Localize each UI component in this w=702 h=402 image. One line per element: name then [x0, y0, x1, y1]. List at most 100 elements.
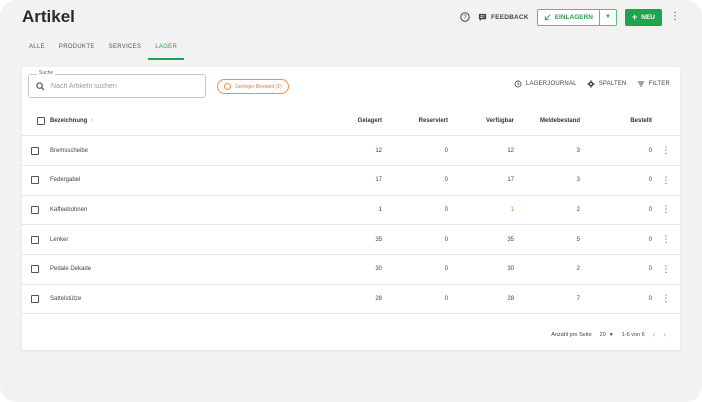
lagerjournal-button[interactable]: LAGERJOURNAL	[514, 80, 577, 88]
column-header-reserviert[interactable]: Reserviert	[382, 106, 448, 137]
cell-bestellt: 0	[580, 165, 652, 196]
arrow-down-left-icon	[544, 14, 551, 20]
row-menu-icon[interactable]: ⋮	[652, 224, 680, 255]
search-input[interactable]	[51, 82, 191, 90]
cell-reserviert: 0	[382, 165, 448, 196]
einlagern-button[interactable]: EINLAGERN	[538, 9, 600, 25]
row-menu-icon[interactable]: ⋮	[652, 284, 680, 315]
page-range: 1-6 von 6	[621, 331, 645, 338]
row-checkbox[interactable]	[31, 235, 39, 244]
row-checkbox[interactable]	[31, 146, 39, 155]
einlagern-dropdown-button[interactable]: ▼	[600, 10, 616, 25]
pagination: Anzahl pro Seite 20 ▼ 1-6 von 6 ‹ ›	[551, 330, 666, 339]
per-page-select[interactable]: 20 ▼	[600, 332, 614, 338]
column-header-meldebestand[interactable]: Meldebestand	[514, 106, 580, 137]
sort-arrow-up-icon: ↑	[90, 117, 94, 124]
feedback-icon	[478, 13, 487, 21]
page-title: Artikel	[22, 7, 75, 26]
cell-bestellt: 0	[580, 224, 652, 255]
lagerjournal-label: LAGERJOURNAL	[525, 81, 577, 87]
column-label-bezeichnung: Bezeichnung	[50, 117, 88, 124]
cell-verfuegbar: 17	[448, 165, 514, 196]
tab-lager[interactable]: LAGER	[148, 40, 184, 60]
select-all-cell	[22, 106, 50, 137]
gear-icon	[587, 80, 595, 88]
spalten-button[interactable]: SPALTEN	[587, 80, 627, 88]
column-header-gelagert[interactable]: Gelagert	[246, 106, 382, 137]
table-toolbar: LAGERJOURNAL SPALTEN FILTER	[514, 80, 670, 88]
column-header-actions	[652, 106, 680, 137]
cell-gelagert: 17	[246, 165, 382, 196]
cell-meldebestand: 2	[514, 195, 580, 226]
row-checkbox[interactable]	[31, 176, 39, 185]
row-checkbox[interactable]	[31, 294, 39, 303]
cell-meldebestand: 5	[514, 224, 580, 255]
app-frame: Artikel ? FEEDBACK EINLAGERN ▼ + NEU ⋮ A…	[0, 0, 702, 402]
column-header-bezeichnung[interactable]: Bezeichnung ↑	[50, 106, 246, 137]
cell-bezeichnung: Sattelstütze	[50, 284, 246, 315]
table-row[interactable]: Lenker 35 0 35 5 0 ⋮	[22, 224, 680, 255]
cell-bestellt: 0	[580, 195, 652, 226]
cell-verfuegbar: 12	[448, 135, 514, 166]
cell-bezeichnung: Federgabel	[50, 165, 246, 196]
cell-meldebestand: 3	[514, 165, 580, 196]
row-checkbox[interactable]	[31, 205, 39, 214]
tab-produkte[interactable]: PRODUKTE	[52, 40, 102, 58]
low-stock-ring-icon	[224, 83, 231, 90]
cell-bezeichnung: Kaffeebohnen	[50, 195, 246, 226]
column-header-bestellt[interactable]: Bestellt	[580, 106, 652, 137]
tab-bar: ALLE PRODUKTE SERVICES LAGER	[22, 40, 184, 60]
search-legend: Suche	[37, 70, 56, 76]
table-row[interactable]: Pedale Dekade 30 0 30 2 0 ⋮	[22, 254, 680, 285]
cell-gelagert: 1	[246, 195, 382, 226]
previous-page-icon[interactable]: ‹	[653, 330, 656, 339]
cell-reserviert: 0	[382, 254, 448, 285]
cell-verfuegbar: 35	[448, 224, 514, 255]
cell-meldebestand: 2	[514, 254, 580, 285]
cell-meldebestand: 3	[514, 135, 580, 166]
feedback-button[interactable]: FEEDBACK	[478, 13, 529, 22]
history-icon	[514, 80, 522, 88]
row-menu-icon[interactable]: ⋮	[652, 165, 680, 196]
next-page-icon[interactable]: ›	[663, 330, 666, 339]
spalten-label: SPALTEN	[598, 81, 627, 87]
cell-gelagert: 12	[246, 135, 382, 166]
select-all-checkbox[interactable]	[36, 116, 45, 125]
row-menu-icon[interactable]: ⋮	[652, 254, 680, 285]
row-menu-icon[interactable]: ⋮	[652, 195, 680, 226]
new-button[interactable]: + NEU	[625, 8, 662, 26]
cell-gelagert: 28	[246, 284, 382, 315]
einlagern-split-button: EINLAGERN ▼	[536, 8, 617, 26]
cell-verfuegbar-low: 1	[448, 195, 514, 226]
row-select-cell	[22, 224, 50, 255]
column-header-verfuegbar[interactable]: Verfügbar	[448, 106, 514, 137]
low-stock-chip[interactable]: Geringer Bestand (1)	[217, 79, 289, 94]
table-row[interactable]: Sattelstütze 28 0 28 7 0 ⋮	[22, 284, 680, 315]
table-row[interactable]: Bremsscheibe 12 0 12 3 0 ⋮	[22, 135, 680, 166]
filter-icon	[637, 81, 644, 87]
more-options-icon[interactable]: ⋮	[670, 12, 680, 22]
table-row[interactable]: Federgabel 17 0 17 3 0 ⋮	[22, 165, 680, 196]
cell-bezeichnung: Lenker	[50, 224, 246, 255]
row-select-cell	[22, 165, 50, 196]
cell-bestellt: 0	[580, 254, 652, 285]
table-row[interactable]: Kaffeebohnen 1 0 1 2 0 ⋮	[22, 195, 680, 226]
cell-reserviert: 0	[382, 224, 448, 255]
filter-button[interactable]: FILTER	[637, 80, 670, 88]
cell-reserviert: 0	[382, 284, 448, 315]
cell-gelagert: 35	[246, 224, 382, 255]
plus-icon: +	[632, 11, 638, 22]
cell-bezeichnung: Pedale Dekade	[50, 254, 246, 285]
row-select-cell	[22, 195, 50, 226]
tab-services[interactable]: SERVICES	[102, 40, 149, 58]
feedback-label: FEEDBACK	[491, 13, 529, 21]
caret-down-icon: ▼	[608, 331, 614, 338]
inventory-table: Bezeichnung ↑ Gelagert Reserviert Verfügb…	[22, 106, 680, 315]
cell-bestellt: 0	[580, 135, 652, 166]
row-menu-icon[interactable]: ⋮	[652, 135, 680, 166]
row-checkbox[interactable]	[31, 265, 39, 274]
cell-verfuegbar: 28	[448, 284, 514, 315]
per-page-label: Anzahl pro Seite	[551, 331, 592, 338]
tab-alle[interactable]: ALLE	[22, 40, 52, 58]
help-icon[interactable]: ?	[460, 12, 470, 22]
